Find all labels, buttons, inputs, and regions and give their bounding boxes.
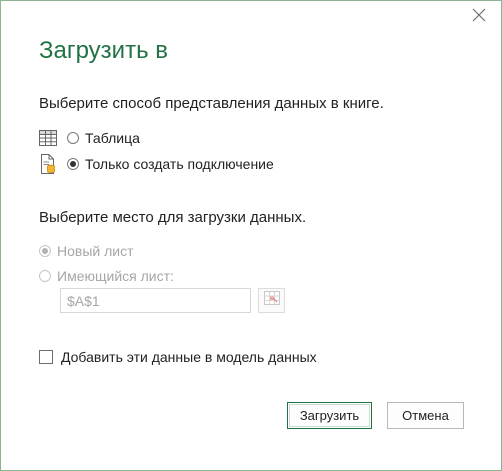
new-sheet-radio[interactable] — [39, 245, 51, 257]
data-model-label: Добавить эти данные в модель данных — [61, 349, 317, 365]
table-radio[interactable] — [67, 132, 79, 144]
new-sheet-label: Новый лист — [57, 243, 134, 259]
table-label: Таблица — [85, 130, 140, 146]
existing-sheet-label: Имеющийся лист: — [57, 268, 174, 284]
load-to-dialog: Загрузить в Выберите способ представлени… — [0, 0, 502, 471]
connection-only-label: Только создать подключение — [85, 156, 274, 172]
view-section-prompt: Выберите способ представления данных в к… — [39, 95, 384, 112]
close-icon — [472, 8, 486, 27]
connection-only-icon — [39, 154, 57, 174]
table-icon — [39, 129, 57, 147]
option-existing-sheet[interactable]: Имеющийся лист: — [39, 267, 174, 285]
cancel-button[interactable]: Отмена — [387, 402, 464, 429]
data-model-checkbox[interactable] — [39, 350, 53, 364]
range-select-button[interactable] — [258, 288, 285, 313]
connection-only-radio[interactable] — [67, 158, 79, 170]
data-model-option[interactable]: Добавить эти данные в модель данных — [39, 348, 317, 366]
range-select-icon — [263, 291, 280, 310]
option-connection-only[interactable]: Только создать подключение — [39, 154, 274, 174]
load-button[interactable]: Загрузить — [287, 402, 372, 429]
cell-reference-input[interactable] — [60, 288, 251, 313]
dialog-title: Загрузить в — [39, 37, 168, 64]
location-section-prompt: Выберите место для загрузки данных. — [39, 209, 307, 226]
option-table[interactable]: Таблица — [39, 129, 140, 147]
option-new-sheet[interactable]: Новый лист — [39, 242, 134, 260]
existing-sheet-radio[interactable] — [39, 270, 51, 282]
close-button[interactable] — [469, 7, 489, 27]
